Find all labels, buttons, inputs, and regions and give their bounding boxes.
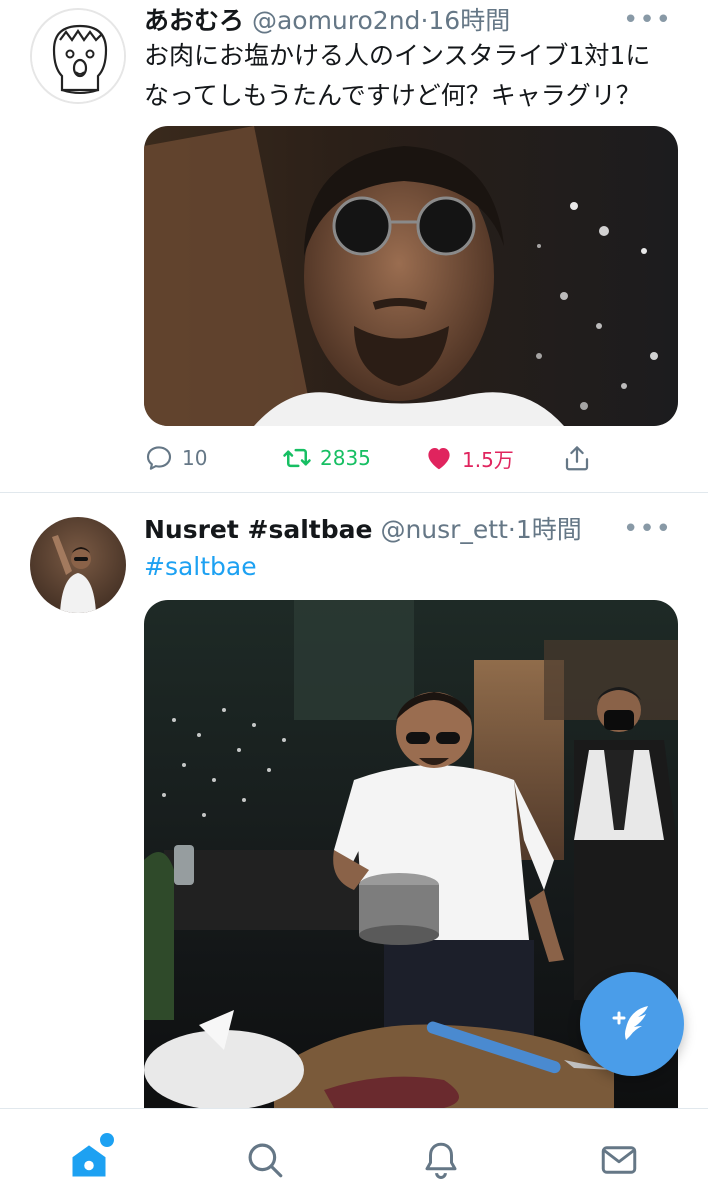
notification-dot xyxy=(100,1133,114,1147)
tweet[interactable]: あおむろ @aomuro2nd·16時間 ••• お肉にお塩かける人のインスタラ… xyxy=(0,0,708,492)
avatar[interactable] xyxy=(30,517,126,613)
tweet-text-line: なってしもうたんですけど何？キャラグリ？ xyxy=(144,81,641,110)
tweet-text-line: お肉にお塩かける人のインスタライブ1対1に xyxy=(144,41,651,70)
avatar[interactable] xyxy=(30,8,126,104)
share-button[interactable] xyxy=(562,438,592,478)
tweet-header: あおむろ @aomuro2nd·16時間 xyxy=(144,6,511,35)
timestamp[interactable]: 1時間 xyxy=(516,515,582,544)
tab-notifications[interactable] xyxy=(416,1135,466,1185)
user-handle[interactable]: @aomuro2nd xyxy=(252,6,420,35)
tweet-actions: 10 2835 1.5万 xyxy=(144,438,604,478)
like-button[interactable]: 1.5万 xyxy=(424,438,514,478)
retweet-button[interactable]: 2835 xyxy=(282,438,371,478)
display-name[interactable]: あおむろ xyxy=(144,6,244,35)
notifications-icon xyxy=(425,1142,457,1179)
profile-photo xyxy=(30,517,126,613)
tweet-text: #saltbae xyxy=(144,547,680,587)
display-name[interactable]: Nusret #saltbae xyxy=(144,515,372,544)
timestamp[interactable]: 16時間 xyxy=(428,6,510,35)
tab-messages[interactable] xyxy=(594,1135,644,1185)
more-options-icon[interactable]: ••• xyxy=(623,7,672,33)
tweet-text: お肉にお塩かける人のインスタライブ1対1に なってしもうたんですけど何？キャラグ… xyxy=(144,36,680,116)
tab-search[interactable] xyxy=(240,1135,290,1185)
messages-icon xyxy=(601,1146,637,1174)
retweet-count: 2835 xyxy=(320,446,371,470)
user-handle[interactable]: @nusr_ett xyxy=(380,515,507,544)
like-count: 1.5万 xyxy=(462,447,514,472)
more-options-icon[interactable]: ••• xyxy=(623,516,672,542)
compose-tweet-button[interactable] xyxy=(580,972,684,1076)
retweet-icon xyxy=(283,448,311,468)
share-icon xyxy=(565,446,589,471)
tab-home[interactable] xyxy=(64,1133,114,1185)
reply-count: 10 xyxy=(182,446,208,470)
video-thumbnail[interactable] xyxy=(144,126,678,426)
bottom-tab-bar xyxy=(0,1108,708,1200)
heart-icon xyxy=(428,448,450,470)
cartoon-avatar-image xyxy=(32,10,124,102)
compose-tweet-icon xyxy=(612,1006,648,1040)
reply-button[interactable]: 10 xyxy=(144,438,207,478)
tweet-header: Nusret #saltbae @nusr_ett·1時間 xyxy=(144,515,582,544)
selfie-video-frame xyxy=(144,126,678,426)
search-icon xyxy=(248,1143,283,1178)
reply-icon xyxy=(146,446,172,470)
hashtag-link[interactable]: #saltbae xyxy=(144,552,257,581)
